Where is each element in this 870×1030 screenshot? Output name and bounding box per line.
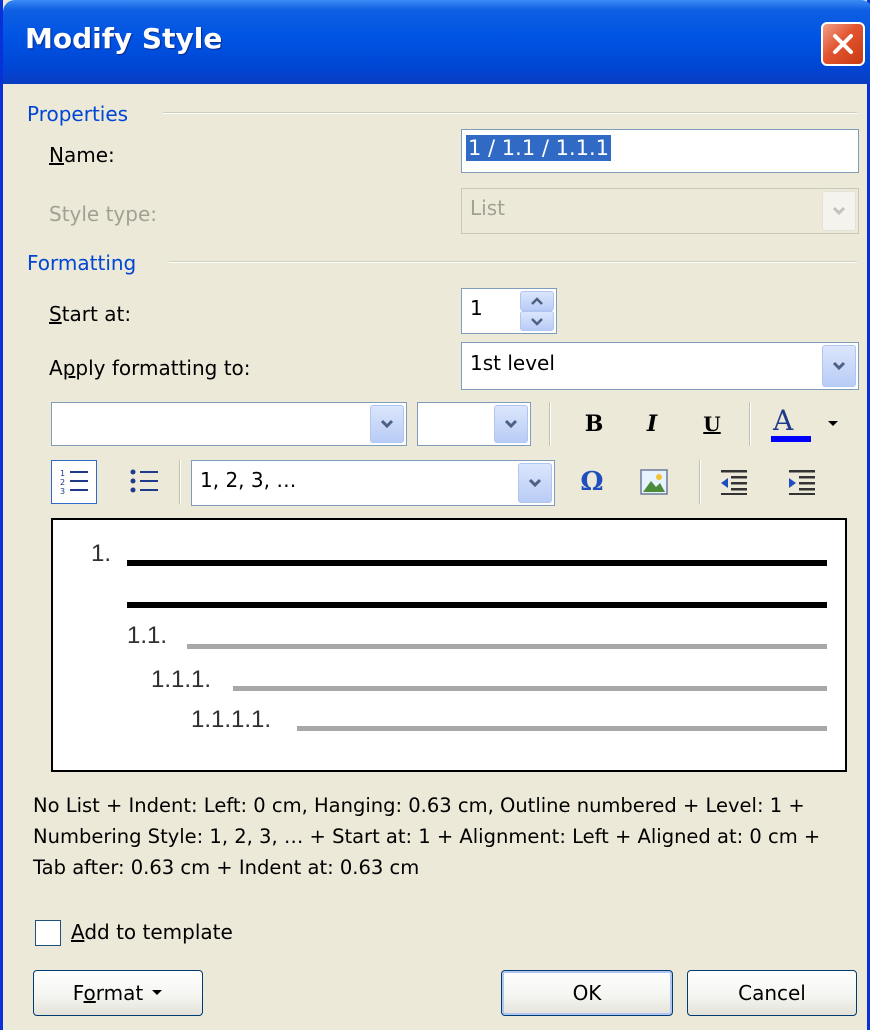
omega-icon: Ω: [580, 467, 604, 497]
spin-down-button[interactable]: [520, 311, 554, 331]
start-at-spin-buttons: [520, 291, 554, 331]
format-button[interactable]: Format: [33, 970, 203, 1016]
add-to-template-checkbox[interactable]: [35, 920, 61, 946]
spin-up-button[interactable]: [520, 291, 554, 311]
chevron-up-icon: [531, 296, 543, 305]
numbering-style-dropdown-button[interactable]: [518, 463, 552, 503]
format-button-label: Format: [72, 981, 144, 1005]
chevron-down-icon: [504, 419, 518, 429]
bulleted-list-icon: [130, 469, 158, 493]
close-button[interactable]: [821, 22, 865, 66]
bullets-button[interactable]: [121, 460, 167, 504]
ok-button-label: OK: [572, 981, 602, 1005]
dropdown-arrow-icon: [828, 421, 838, 426]
picture-icon: [640, 469, 668, 495]
start-at-label: Start at:: [49, 302, 132, 326]
apply-formatting-dropdown-button[interactable]: [822, 345, 856, 387]
bold-button[interactable]: B: [575, 404, 613, 444]
svg-text:1: 1: [60, 469, 65, 478]
increase-indent-button[interactable]: [779, 460, 825, 504]
underline-label: U: [703, 412, 721, 436]
preview-level-4-number: 1.1.1.1.: [191, 706, 272, 733]
name-field[interactable]: 1 / 1.1 / 1.1.1: [461, 129, 859, 173]
insert-picture-button[interactable]: [631, 460, 677, 504]
svg-text:3: 3: [60, 487, 65, 496]
chevron-down-icon: [531, 317, 543, 326]
font-name-dropdown-button[interactable]: [370, 405, 404, 443]
increase-indent-icon: [789, 470, 815, 495]
preview-level-2-line: [187, 644, 827, 649]
bold-label: B: [584, 411, 604, 437]
name-value: 1 / 1.1 / 1.1.1: [466, 135, 612, 161]
preview-level-1-line: [127, 602, 827, 608]
dialog-title: Modify Style: [25, 22, 223, 55]
cancel-button-label: Cancel: [738, 981, 806, 1005]
start-at-value: 1: [470, 296, 483, 320]
cancel-button[interactable]: Cancel: [687, 970, 857, 1016]
numbering-style-value: 1, 2, 3, …: [200, 468, 297, 492]
preview-level-3-line: [233, 686, 827, 691]
chevron-down-icon: [380, 419, 394, 429]
formatting-group-label: Formatting: [27, 251, 137, 275]
style-type-dropdown-button[interactable]: [822, 191, 856, 231]
font-color-swatch: [771, 436, 811, 442]
numbering-style-select[interactable]: 1, 2, 3, …: [191, 460, 555, 506]
font-color-label: A: [773, 404, 794, 437]
svg-text:2: 2: [60, 478, 65, 487]
toolbar-separator: [749, 402, 751, 446]
font-size-dropdown-button[interactable]: [494, 405, 528, 443]
apply-formatting-select[interactable]: 1st level: [461, 342, 859, 390]
font-size-select[interactable]: [417, 402, 531, 446]
style-type-label: Style type:: [49, 202, 158, 226]
toolbar-separator: [699, 460, 701, 504]
decrease-indent-button[interactable]: [711, 460, 757, 504]
font-name-select[interactable]: [51, 402, 407, 446]
italic-button[interactable]: I: [633, 404, 671, 444]
apply-formatting-label: Apply formatting to:: [49, 356, 251, 380]
title-bar[interactable]: Modify Style: [3, 0, 870, 84]
close-icon: [833, 34, 853, 54]
numbered-list-icon: 1 2 3: [60, 469, 88, 496]
insert-symbol-button[interactable]: Ω: [569, 460, 615, 504]
add-to-template-label[interactable]: Add to template: [71, 920, 233, 944]
chevron-down-icon: [528, 478, 542, 488]
dialog-body: Properties Name: 1 / 1.1 / 1.1.1 Style t…: [3, 84, 867, 1030]
style-description: No List + Indent: Left: 0 cm, Hanging: 0…: [33, 794, 821, 879]
chevron-down-icon: [832, 361, 846, 371]
chevron-down-icon: [832, 206, 846, 216]
font-color-button[interactable]: A: [765, 402, 849, 446]
ok-button[interactable]: OK: [501, 970, 673, 1016]
apply-formatting-value: 1st level: [470, 351, 555, 375]
toolbar-separator: [179, 460, 181, 504]
style-preview: 1. 1.1. 1.1.1. 1.1.1.1.: [51, 518, 847, 772]
properties-group-label: Properties: [27, 102, 129, 126]
preview-level-4-line: [297, 726, 827, 731]
style-type-select[interactable]: List: [461, 188, 859, 234]
start-at-spinner[interactable]: 1: [461, 288, 557, 334]
preview-level-1-number: 1.: [91, 540, 112, 567]
toolbar-separator: [549, 402, 551, 446]
preview-level-3-number: 1.1.1.: [151, 666, 212, 693]
underline-button[interactable]: U: [693, 404, 731, 444]
decrease-indent-icon: [721, 470, 747, 495]
properties-divider: [163, 112, 857, 114]
italic-label: I: [646, 411, 658, 437]
preview-level-1-line: [127, 560, 827, 566]
style-type-value: List: [470, 196, 505, 220]
preview-level-2-number: 1.1.: [127, 622, 168, 649]
numbering-button[interactable]: 1 2 3: [51, 460, 97, 504]
formatting-divider: [169, 261, 857, 263]
dropdown-arrow-icon: [152, 990, 163, 995]
name-label: Name:: [49, 143, 115, 167]
